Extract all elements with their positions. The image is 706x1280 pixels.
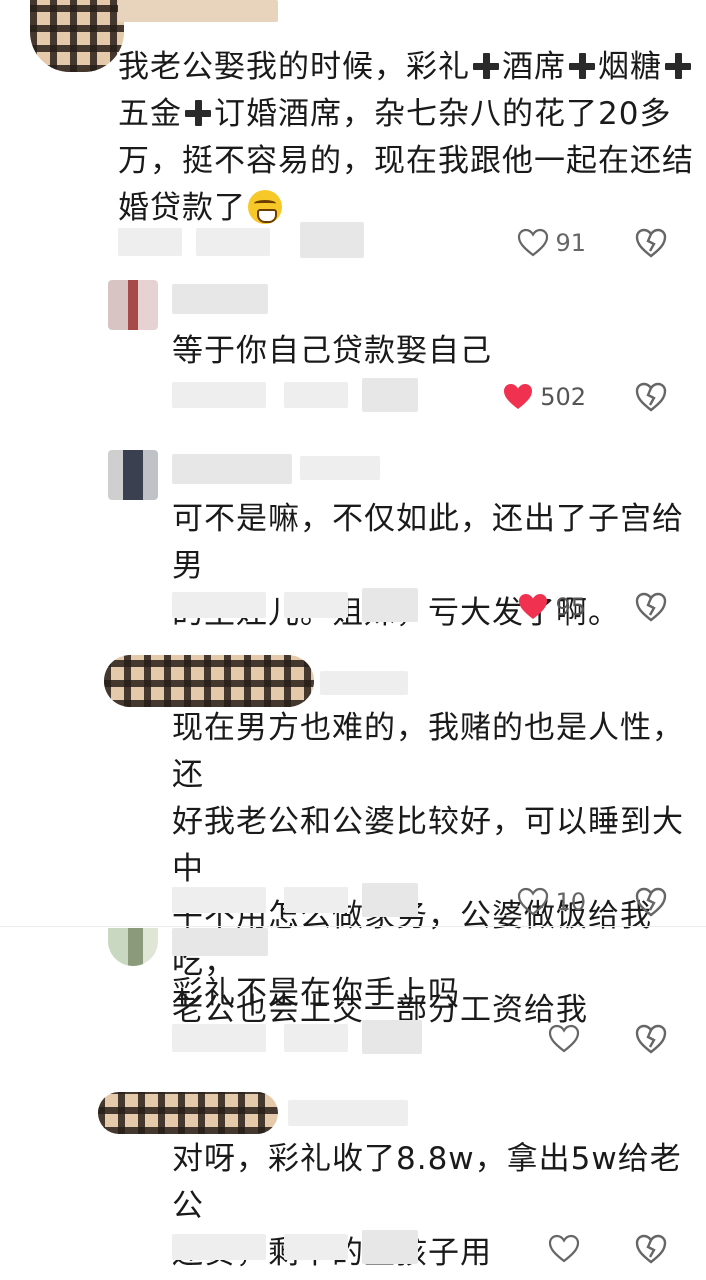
- avatar-mosaic: [108, 928, 158, 966]
- crying-laughing-emoji-icon: [248, 190, 282, 224]
- avatar[interactable]: [108, 280, 158, 330]
- avatar-mosaic: [104, 655, 314, 707]
- like-count: 91: [555, 229, 586, 257]
- avatar[interactable]: [30, 0, 124, 72]
- comment-actions: 95: [368, 590, 668, 624]
- meta-blurred: [172, 1024, 266, 1052]
- broken-heart-icon: [635, 1234, 667, 1264]
- username-blurred[interactable]: [172, 454, 292, 484]
- meta-blurred: [284, 887, 348, 913]
- reply-blurred[interactable]: [300, 222, 364, 258]
- divider: [0, 926, 706, 927]
- plus-icon: [663, 51, 693, 81]
- plus-icon: [183, 98, 213, 128]
- avatar-mosaic: [30, 0, 124, 72]
- meta-blurred: [284, 1234, 348, 1260]
- username-blurred[interactable]: [320, 671, 408, 695]
- dislike-button[interactable]: [634, 380, 668, 414]
- username-blurred[interactable]: [118, 0, 278, 22]
- like-count: 10: [555, 888, 586, 916]
- dislike-button[interactable]: [634, 1022, 668, 1056]
- avatar[interactable]: [104, 655, 314, 707]
- heart-outline-icon: [518, 887, 549, 916]
- meta-blurred: [118, 228, 182, 256]
- heart-outline-icon: [518, 228, 549, 257]
- avatar[interactable]: [98, 1092, 278, 1134]
- broken-heart-icon: [635, 887, 667, 917]
- heart-outline-icon: [548, 1234, 580, 1263]
- username-blurred[interactable]: [288, 1100, 408, 1126]
- avatar-mosaic: [108, 450, 158, 500]
- broken-heart-icon: [635, 592, 667, 622]
- dislike-button[interactable]: [634, 226, 668, 260]
- comment-text: 我老公娶我的时候，彩礼 酒席 烟糖 五金 订婚酒席，杂七杂八的花了20多 万，挺不容易…: [118, 49, 694, 226]
- comment-actions: 10: [368, 885, 668, 919]
- broken-heart-icon: [635, 382, 667, 412]
- username-blurred[interactable]: [172, 284, 268, 314]
- meta-blurred: [284, 1024, 348, 1052]
- username-blurred: [300, 456, 380, 480]
- like-count: 502: [540, 383, 586, 411]
- like-button[interactable]: [548, 1022, 586, 1056]
- meta-blurred: [284, 382, 348, 408]
- dislike-button[interactable]: [634, 590, 668, 624]
- comment-actions: [368, 1232, 668, 1266]
- comment-actions: [368, 1022, 668, 1056]
- like-button[interactable]: 91: [517, 226, 586, 260]
- comment-text: 彩礼不是在你手上吗: [172, 975, 460, 1011]
- comment-actions: 91: [368, 226, 668, 260]
- dislike-button[interactable]: [634, 1232, 668, 1266]
- heart-filled-icon: [504, 384, 533, 409]
- meta-blurred: [172, 887, 266, 913]
- meta-blurred: [172, 592, 266, 618]
- broken-heart-icon: [635, 228, 667, 258]
- dislike-button[interactable]: [634, 885, 668, 919]
- broken-heart-icon: [635, 1024, 667, 1054]
- like-button[interactable]: 502: [502, 380, 586, 414]
- avatar[interactable]: [108, 928, 158, 966]
- plus-icon: [471, 51, 501, 81]
- like-count: 95: [555, 593, 586, 621]
- comment-text: 等于你自己贷款娶自己: [172, 333, 492, 369]
- meta-blurred: [172, 1234, 266, 1260]
- heart-filled-icon: [519, 594, 548, 619]
- meta-blurred: [172, 382, 266, 408]
- comment-actions: 502: [368, 380, 668, 414]
- meta-blurred: [196, 228, 270, 256]
- heart-outline-icon: [548, 1024, 580, 1053]
- like-button[interactable]: [548, 1232, 586, 1266]
- avatar-mosaic: [98, 1092, 278, 1134]
- avatar-mosaic: [108, 280, 158, 330]
- plus-icon: [567, 51, 597, 81]
- avatar[interactable]: [108, 450, 158, 500]
- meta-blurred: [284, 592, 348, 618]
- like-button[interactable]: 95: [517, 590, 586, 624]
- username-blurred[interactable]: [172, 928, 268, 956]
- like-button[interactable]: 10: [517, 885, 586, 919]
